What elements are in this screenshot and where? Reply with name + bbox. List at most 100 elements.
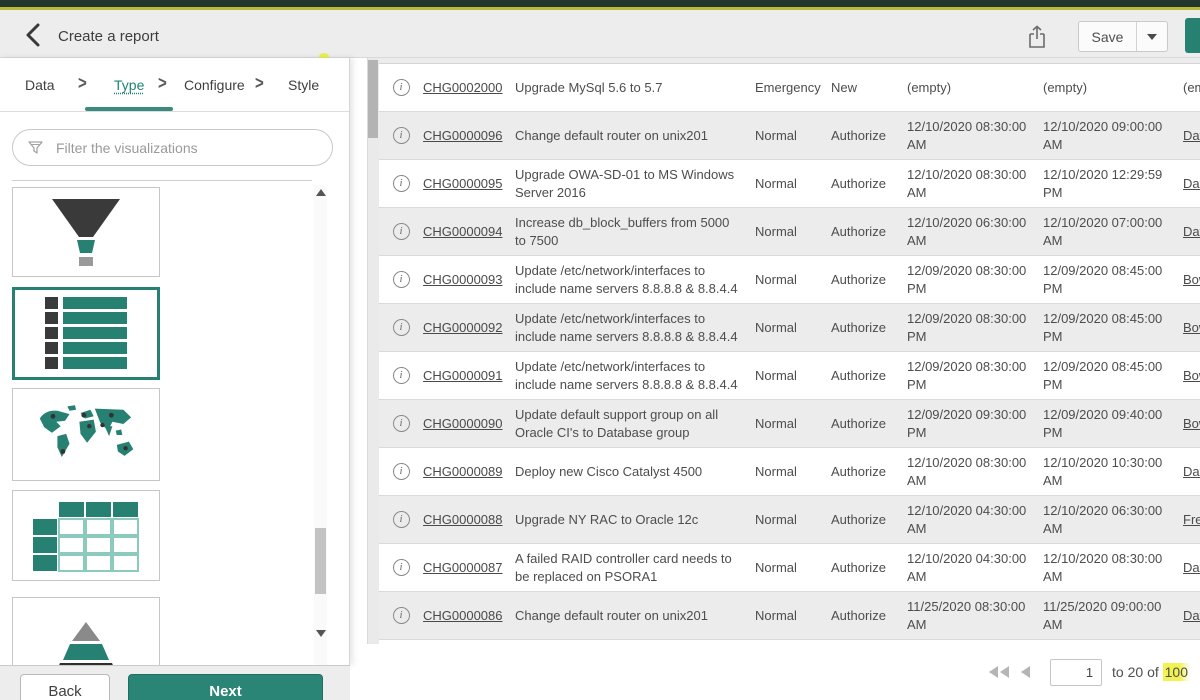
save-dropdown-button[interactable] [1137, 22, 1167, 51]
save-button[interactable]: Save [1079, 22, 1137, 51]
table-scrollbar-thumb[interactable] [368, 60, 378, 138]
assigned-to-link[interactable]: Dav [1183, 128, 1200, 143]
next-button[interactable]: Next [128, 674, 323, 700]
priority-cell: Normal [755, 512, 831, 527]
change-number-link[interactable]: CHG0000087 [423, 560, 503, 575]
info-icon[interactable]: i [393, 367, 410, 384]
change-number-link[interactable]: CHG0000091 [423, 368, 503, 383]
info-icon[interactable]: i [393, 271, 410, 288]
viz-list-scrollbar[interactable] [314, 185, 327, 700]
start-date-cell: (empty) [907, 79, 1043, 97]
start-date-cell: 12/10/2020 08:30:00 AM [907, 166, 1043, 201]
short-description-cell: A failed RAID controller card needs to b… [515, 550, 755, 585]
step-data[interactable]: Data [25, 77, 55, 93]
change-number-link[interactable]: CHG0000095 [423, 176, 503, 191]
change-number-link[interactable]: CHG0000090 [423, 416, 503, 431]
edge-primary-button[interactable] [1185, 18, 1200, 53]
info-icon[interactable]: i [393, 607, 410, 624]
filter-input[interactable] [56, 140, 318, 156]
previous-page-button[interactable] [1021, 666, 1030, 678]
change-number-link[interactable]: CHG0000093 [423, 272, 503, 287]
priority-cell: Normal [755, 608, 831, 623]
step-type[interactable]: Type [114, 77, 144, 93]
info-icon[interactable]: i [393, 79, 410, 96]
assigned-to-link[interactable]: Fre [1183, 512, 1200, 527]
chevron-right-icon: > [78, 73, 87, 93]
step-style[interactable]: Style [288, 77, 319, 93]
change-number-link[interactable]: CHG0000089 [423, 464, 503, 479]
assigned-to-link[interactable]: Dav [1183, 224, 1200, 239]
back-button[interactable]: Back [20, 674, 110, 700]
short-description-cell: Increase db_block_buffers from 5000 to 7… [515, 214, 755, 249]
viz-type-list[interactable] [12, 287, 160, 380]
assigned-to-link[interactable]: (empty) [1183, 80, 1200, 95]
first-page-button[interactable] [989, 666, 1009, 678]
viz-type-map[interactable] [12, 388, 160, 481]
change-number-link[interactable]: CHG0000092 [423, 320, 503, 335]
viz-list-scrollbar-thumb[interactable] [315, 528, 326, 594]
share-button[interactable] [1026, 24, 1052, 50]
triangle-down-icon [316, 630, 326, 637]
create-report-screen: Create a report Save Data > Type > Confi… [0, 0, 1200, 700]
step-configure[interactable]: Configure [184, 77, 245, 93]
change-number-link[interactable]: CHG0002000 [423, 80, 503, 95]
start-date-cell: 12/09/2020 08:30:00 PM [907, 358, 1043, 393]
table-row: i CHG0000088 Upgrade NY RAC to Oracle 12… [379, 496, 1200, 544]
priority-cell: Normal [755, 560, 831, 575]
scroll-down-button[interactable] [314, 626, 327, 640]
info-icon[interactable]: i [393, 319, 410, 336]
start-date-cell: 12/10/2020 04:30:00 AM [907, 550, 1043, 585]
info-icon[interactable]: i [393, 415, 410, 432]
chevron-right-icon: > [255, 73, 264, 93]
change-number-link[interactable]: CHG0000094 [423, 224, 503, 239]
viz-type-funnel[interactable] [12, 187, 160, 277]
triangle-left-icon [989, 666, 998, 678]
state-cell: Authorize [831, 608, 907, 623]
assigned-to-link[interactable]: Dav [1183, 560, 1200, 575]
info-icon[interactable]: i [393, 559, 410, 576]
info-icon[interactable]: i [393, 463, 410, 480]
assigned-to-link[interactable]: Dav [1183, 176, 1200, 191]
page-number-input[interactable] [1050, 659, 1102, 686]
table-row: i CHG0000090 Update default support grou… [379, 400, 1200, 448]
total-rows-label: 100 [1163, 663, 1190, 681]
assigned-to-link[interactable]: Bow [1183, 320, 1200, 335]
end-date-cell: 12/10/2020 08:30:00 AM [1043, 550, 1183, 585]
state-cell: Authorize [831, 368, 907, 383]
change-number-link[interactable]: CHG0000086 [423, 608, 503, 623]
pagination: to 20 of 100 [989, 656, 1190, 688]
funnel-chart-icon [26, 193, 146, 271]
priority-cell: Normal [755, 368, 831, 383]
info-icon[interactable]: i [393, 127, 410, 144]
table-row: i CHG0002000 Upgrade MySql 5.6 to 5.7 Em… [379, 64, 1200, 112]
start-date-cell: 12/09/2020 08:30:00 PM [907, 310, 1043, 345]
priority-cell: Normal [755, 128, 831, 143]
short-description-cell: Update /etc/network/interfaces to includ… [515, 262, 755, 297]
info-icon[interactable]: i [393, 223, 410, 240]
state-cell: Authorize [831, 416, 907, 431]
info-icon[interactable]: i [393, 511, 410, 528]
short-description-cell: Deploy new Cisco Catalyst 4500 [515, 463, 755, 481]
priority-cell: Normal [755, 224, 831, 239]
assigned-to-link[interactable]: Bow [1183, 416, 1200, 431]
back-arrow-button[interactable] [20, 22, 50, 48]
table-scrollbar[interactable] [367, 58, 379, 644]
end-date-cell: 12/10/2020 06:30:00 AM [1043, 502, 1183, 537]
filter-funnel-icon [27, 139, 44, 156]
viz-type-grid[interactable] [12, 490, 160, 581]
end-date-cell: 12/09/2020 08:45:00 PM [1043, 310, 1183, 345]
end-date-cell: 12/10/2020 10:30:00 AM [1043, 454, 1183, 489]
assigned-to-link[interactable]: Bow [1183, 368, 1200, 383]
assigned-to-link[interactable]: Bow [1183, 272, 1200, 287]
end-date-cell: 12/09/2020 09:40:00 PM [1043, 406, 1183, 441]
row-range-label: to 20 of [1112, 664, 1159, 680]
assigned-to-link[interactable]: Dav [1183, 608, 1200, 623]
priority-cell: Emergency [755, 80, 831, 95]
info-icon[interactable]: i [393, 175, 410, 192]
change-number-link[interactable]: CHG0000088 [423, 512, 503, 527]
assigned-to-link[interactable]: Dav [1183, 464, 1200, 479]
table-row: i CHG0000095 Upgrade OWA-SD-01 to MS Win… [379, 160, 1200, 208]
triangle-up-icon [316, 189, 326, 196]
change-number-link[interactable]: CHG0000096 [423, 128, 503, 143]
scroll-up-button[interactable] [314, 185, 327, 199]
